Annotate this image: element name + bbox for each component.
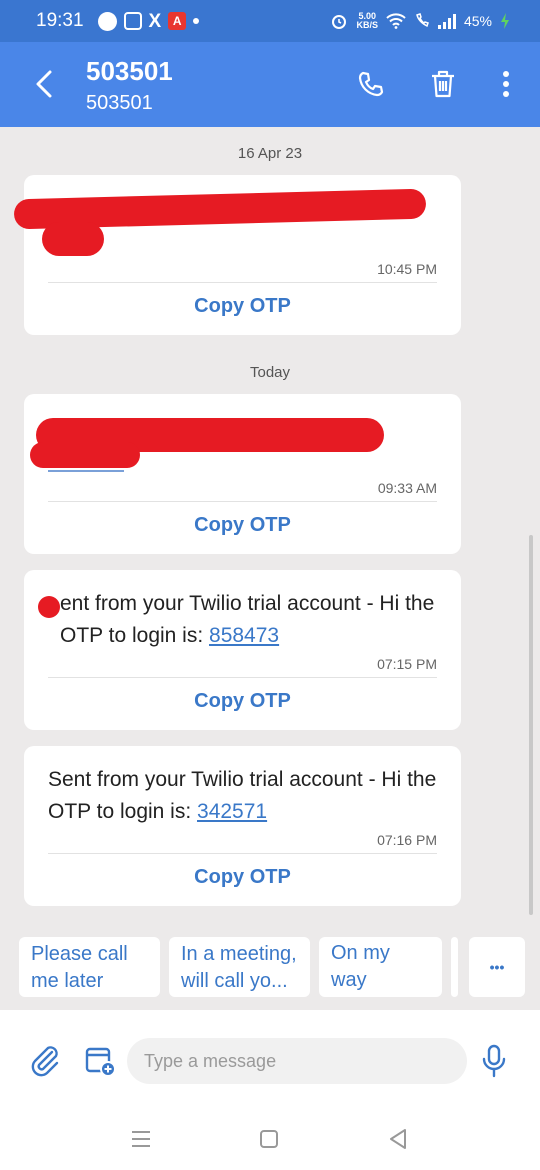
triangle-back-icon <box>390 1129 406 1149</box>
conversation-header: 503501 503501 <box>0 42 540 127</box>
attach-button[interactable] <box>25 1041 65 1081</box>
contact-number: 503501 <box>86 92 153 114</box>
message-time: 10:45 PM <box>377 261 437 277</box>
message-time: 07:16 PM <box>377 832 437 848</box>
status-bar: 19:31 X A 5.00 KB/S 45% <box>0 0 540 42</box>
copy-otp-button[interactable]: Copy OTP <box>24 866 461 889</box>
link-underline <box>48 470 124 472</box>
message-divider <box>48 282 437 283</box>
contact-title: 503501 <box>86 56 173 86</box>
quick-reply-on-my-way[interactable]: On my way <box>319 937 442 997</box>
paperclip-icon <box>31 1046 59 1077</box>
call-button[interactable] <box>351 64 391 104</box>
quick-reply-partial[interactable] <box>451 937 458 997</box>
square-icon <box>260 1130 278 1148</box>
system-nav-bar <box>0 1110 540 1170</box>
quick-reply-call-later[interactable]: Please call me later <box>19 937 160 997</box>
more-vertical-icon <box>503 71 509 97</box>
x-app-icon: X <box>148 10 162 32</box>
alarm-icon <box>332 15 347 29</box>
status-time: 19:31 <box>36 10 84 31</box>
message-divider <box>48 853 437 854</box>
message-text: Sent from your Twilio trial account - Hi… <box>48 764 441 828</box>
delete-button[interactable] <box>423 64 463 104</box>
back-button[interactable] <box>26 64 62 104</box>
message-divider <box>48 501 437 502</box>
redaction-mark <box>42 222 104 256</box>
more-quick-replies-button[interactable]: ••• <box>469 937 525 997</box>
network-speed-unit: KB/S <box>356 20 378 30</box>
acrobat-icon: A <box>168 12 187 30</box>
scrollbar[interactable] <box>529 535 533 915</box>
copy-otp-button[interactable]: Copy OTP <box>24 690 461 713</box>
message-text: ent from your Twilio trial account - Hi … <box>48 588 441 652</box>
quick-reply-in-meeting[interactable]: In a meeting, will call yo... <box>169 937 310 997</box>
menu-lines-icon <box>132 1131 150 1147</box>
trash-icon <box>432 70 454 98</box>
compose-bar <box>0 1010 540 1110</box>
network-speed: 5.00 KB/S <box>356 12 378 30</box>
message-divider <box>48 677 437 678</box>
copy-otp-button[interactable]: Copy OTP <box>24 295 461 318</box>
recent-apps-button[interactable] <box>126 1124 156 1154</box>
voice-input-button[interactable] <box>474 1041 514 1081</box>
wifi-calling-icon <box>416 13 429 28</box>
otp-code-link[interactable]: 858473 <box>209 624 279 647</box>
more-notifications-dot-icon <box>193 18 200 24</box>
back-nav-button[interactable] <box>383 1124 413 1154</box>
wifi-icon <box>386 13 406 29</box>
schedule-message-button[interactable] <box>80 1041 120 1081</box>
messenger-icon <box>97 11 117 31</box>
message-time: 09:33 AM <box>377 480 437 496</box>
chevron-left-icon <box>36 70 52 98</box>
redaction-mark <box>38 596 60 618</box>
message-bubble[interactable]: ent from your Twilio trial account - Hi … <box>24 570 461 730</box>
notification-icons: X A <box>97 10 200 32</box>
message-input[interactable] <box>127 1038 467 1084</box>
date-separator: 16 Apr 23 <box>237 145 303 162</box>
date-separator: Today <box>249 364 291 381</box>
charging-icon <box>501 13 509 29</box>
copy-otp-button[interactable]: Copy OTP <box>24 514 461 537</box>
calendar-add-icon <box>85 1047 116 1077</box>
phone-icon <box>358 71 384 97</box>
redaction-mark <box>30 442 140 468</box>
message-time: 07:15 PM <box>377 656 437 672</box>
more-options-button[interactable] <box>486 64 526 104</box>
message-bubble[interactable]: Sent from your Twilio trial account - Hi… <box>24 746 461 906</box>
calculator-icon <box>123 12 142 30</box>
battery-level: 45% <box>463 13 492 29</box>
signal-icon <box>437 13 456 29</box>
system-status: 5.00 KB/S 45% <box>330 12 510 30</box>
home-button[interactable] <box>254 1124 284 1154</box>
microphone-icon <box>482 1044 506 1078</box>
otp-code-link[interactable]: 342571 <box>197 800 267 823</box>
